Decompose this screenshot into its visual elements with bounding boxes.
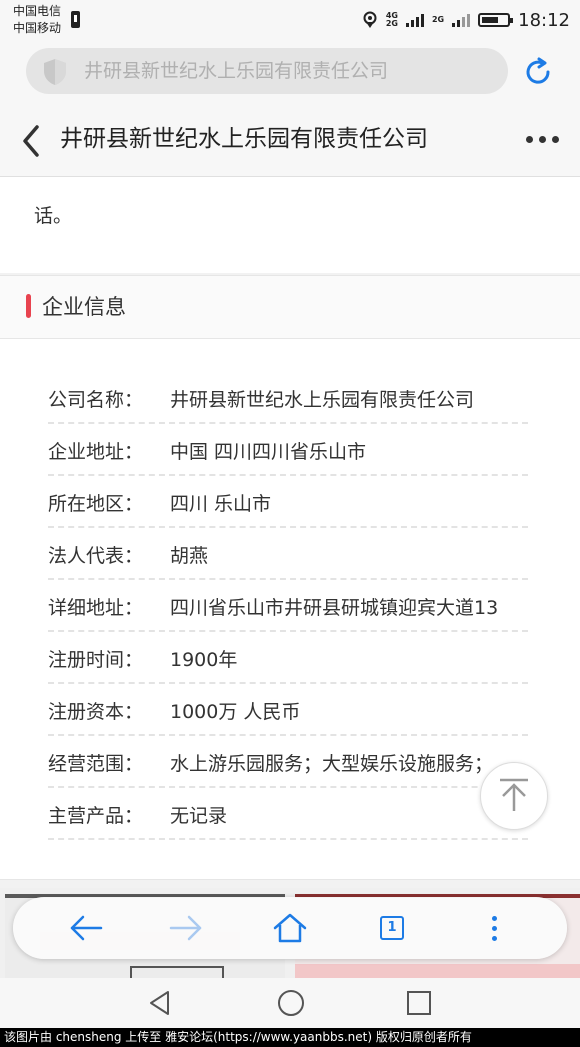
section-title: 企业信息 bbox=[42, 295, 126, 319]
info-row: 注册资本： 1000万 人民币 bbox=[48, 686, 528, 736]
info-value: 1900年 bbox=[170, 648, 238, 671]
info-row: 企业地址： 中国 四川四川省乐山市 bbox=[48, 426, 528, 476]
info-row: 详细地址： 四川省乐山市井研县研城镇迎宾大道13 bbox=[48, 582, 528, 632]
company-info-list: 公司名称： 井研县新世纪水上乐园有限责任公司企业地址： 中国 四川四川省乐山市所在地… bbox=[48, 374, 528, 842]
system-back-icon[interactable] bbox=[148, 990, 172, 1016]
info-value: 四川省乐山市井研县研城镇迎宾大道13 bbox=[170, 596, 499, 619]
info-value: 井研县新世纪水上乐园有限责任公司 bbox=[170, 388, 475, 411]
back-button[interactable] bbox=[68, 910, 104, 946]
info-row: 法人代表： 胡燕 bbox=[48, 530, 528, 580]
clock: 18:12 bbox=[518, 9, 570, 31]
info-value: 水上游乐园服务；大型娱乐设施服务； bbox=[170, 752, 494, 775]
carrier-1: 中国电信 bbox=[13, 4, 62, 18]
more-icon[interactable] bbox=[526, 136, 559, 143]
url-text[interactable]: 井研县新世纪水上乐园有限责任公司 bbox=[84, 48, 388, 94]
info-value: 无记录 bbox=[170, 804, 228, 827]
system-recents-icon[interactable] bbox=[406, 990, 432, 1016]
info-value: 1000万 人民币 bbox=[170, 700, 301, 723]
menu-button[interactable] bbox=[476, 910, 512, 946]
location-icon bbox=[363, 11, 377, 28]
address-bar-area: 井研县新世纪水上乐园有限责任公司 bbox=[0, 40, 580, 102]
arrow-right-icon bbox=[169, 915, 202, 941]
system-nav-bar bbox=[0, 978, 580, 1028]
info-row: 注册时间： 1900年 bbox=[48, 634, 528, 684]
status-bar: 中国电信 中国移动 4G 2G 2G 18:12 bbox=[0, 0, 580, 40]
forward-button[interactable] bbox=[168, 910, 204, 946]
info-label: 注册时间： bbox=[48, 648, 144, 671]
home-button[interactable] bbox=[272, 910, 308, 946]
arrow-up-icon bbox=[500, 778, 528, 811]
network-2-label: 2G bbox=[431, 15, 445, 24]
info-value: 中国 四川四川省乐山市 bbox=[170, 440, 367, 463]
scroll-to-top-button[interactable] bbox=[480, 762, 548, 830]
arrow-left-icon bbox=[70, 915, 103, 941]
description-fragment: 话。 bbox=[0, 177, 580, 273]
carrier-2: 中国移动 bbox=[13, 21, 62, 35]
kebab-menu-icon bbox=[491, 915, 497, 941]
info-label: 所在地区： bbox=[48, 492, 144, 515]
info-label: 注册资本： bbox=[48, 700, 144, 723]
tab-count: 1 bbox=[380, 916, 404, 940]
home-icon bbox=[273, 913, 307, 943]
description-text: 话。 bbox=[34, 205, 73, 227]
section-accent-bar bbox=[26, 294, 31, 318]
info-row: 所在地区： 四川 乐山市 bbox=[48, 478, 528, 528]
section-header: 企业信息 bbox=[0, 275, 580, 339]
sim-alert-icon bbox=[71, 11, 80, 28]
image-credit: 该图片由 chensheng 上传至 雅安论坛(https://www.yaan… bbox=[0, 1028, 580, 1047]
tabs-button[interactable]: 1 bbox=[374, 910, 410, 946]
title-bar: 井研县新世纪水上乐园有限责任公司 bbox=[0, 102, 580, 177]
info-label: 经营范围： bbox=[48, 752, 144, 775]
info-label: 公司名称： bbox=[48, 388, 144, 411]
info-value: 胡燕 bbox=[170, 544, 209, 567]
signal-1-icon bbox=[405, 13, 424, 27]
network-1-label: 4G 2G bbox=[385, 11, 398, 28]
info-label: 主营产品： bbox=[48, 804, 144, 827]
shield-icon bbox=[44, 59, 66, 85]
back-icon[interactable] bbox=[20, 124, 42, 158]
address-bar[interactable]: 井研县新世纪水上乐园有限责任公司 bbox=[26, 48, 508, 94]
refresh-icon[interactable] bbox=[522, 56, 554, 88]
browser-toolbar: 1 bbox=[13, 897, 567, 959]
info-label: 企业地址： bbox=[48, 440, 144, 463]
info-row: 经营范围： 水上游乐园服务；大型娱乐设施服务； bbox=[48, 738, 528, 788]
info-value: 四川 乐山市 bbox=[170, 492, 272, 515]
page-title: 井研县新世纪水上乐园有限责任公司 bbox=[60, 126, 428, 152]
info-label: 详细地址： bbox=[48, 596, 144, 619]
signal-2-icon bbox=[452, 13, 471, 27]
info-row: 公司名称： 井研县新世纪水上乐园有限责任公司 bbox=[48, 374, 528, 424]
info-label: 法人代表： bbox=[48, 544, 144, 567]
system-home-icon[interactable] bbox=[277, 989, 305, 1017]
info-row: 主营产品： 无记录 bbox=[48, 790, 528, 840]
battery-icon bbox=[478, 13, 514, 27]
